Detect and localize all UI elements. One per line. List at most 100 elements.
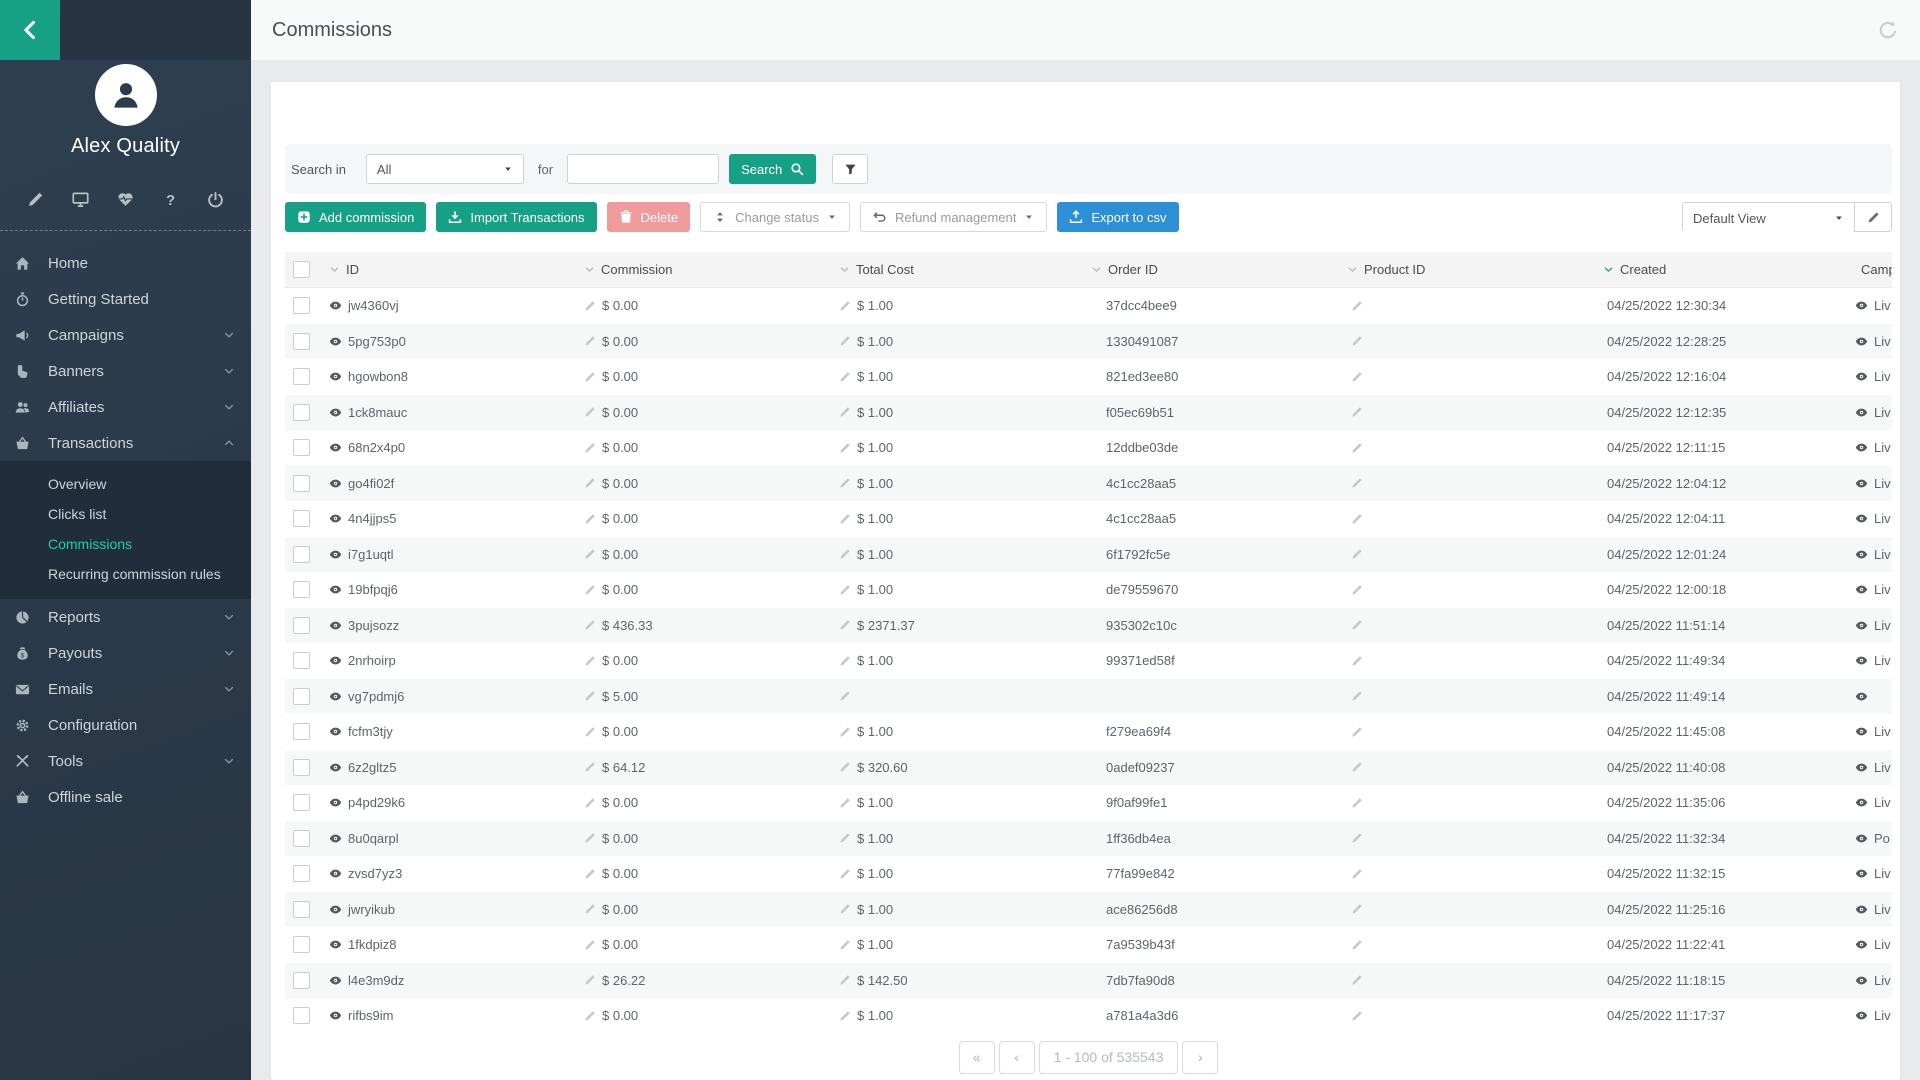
- pencil-icon[interactable]: [584, 797, 596, 809]
- eye-icon[interactable]: [1855, 477, 1868, 490]
- eye-icon[interactable]: [329, 548, 342, 561]
- pencil-icon[interactable]: [1351, 832, 1363, 844]
- pencil-icon[interactable]: [1351, 548, 1363, 560]
- refresh-icon[interactable]: [1878, 20, 1898, 40]
- row-checkbox[interactable]: [293, 972, 310, 989]
- sidebar-item-campaigns[interactable]: Campaigns: [0, 317, 251, 353]
- sidebar-item-emails[interactable]: Emails: [0, 671, 251, 707]
- eye-icon[interactable]: [329, 938, 342, 951]
- row-checkbox[interactable]: [293, 865, 310, 882]
- eye-icon[interactable]: [329, 867, 342, 880]
- pencil-icon[interactable]: [839, 655, 851, 667]
- eye-icon[interactable]: [329, 335, 342, 348]
- sidebar-subitem-commissions[interactable]: Commissions: [0, 529, 251, 559]
- pencil-icon[interactable]: [584, 513, 596, 525]
- sidebar-subitem-clicks-list[interactable]: Clicks list: [0, 499, 251, 529]
- pencil-icon[interactable]: [1351, 1010, 1363, 1022]
- row-checkbox[interactable]: [293, 759, 310, 776]
- pencil-icon[interactable]: [584, 903, 596, 915]
- pencil-icon[interactable]: [839, 1010, 851, 1022]
- row-checkbox[interactable]: [293, 546, 310, 563]
- pencil-icon[interactable]: [839, 442, 851, 454]
- column-header-order-id[interactable]: Order ID: [1087, 262, 1343, 277]
- pencil-icon[interactable]: [839, 832, 851, 844]
- pencil-icon[interactable]: [584, 939, 596, 951]
- pencil-icon[interactable]: [584, 690, 596, 702]
- pencil-icon[interactable]: [584, 477, 596, 489]
- eye-icon[interactable]: [1855, 548, 1868, 561]
- pencil-icon[interactable]: [1351, 797, 1363, 809]
- sidebar-item-affiliates[interactable]: Affiliates: [0, 389, 251, 425]
- pencil-icon[interactable]: [584, 548, 596, 560]
- eye-icon[interactable]: [329, 299, 342, 312]
- pencil-icon[interactable]: [839, 903, 851, 915]
- pencil-icon[interactable]: [584, 371, 596, 383]
- pencil-icon[interactable]: [1351, 371, 1363, 383]
- search-input[interactable]: [567, 154, 719, 184]
- row-checkbox[interactable]: [293, 368, 310, 385]
- eye-icon[interactable]: [329, 370, 342, 383]
- eye-icon[interactable]: [329, 725, 342, 738]
- eye-icon[interactable]: [329, 903, 342, 916]
- search-scope-select[interactable]: All: [366, 154, 524, 184]
- pencil-icon[interactable]: [1351, 406, 1363, 418]
- row-checkbox[interactable]: [293, 404, 310, 421]
- pencil-icon[interactable]: [1351, 939, 1363, 951]
- eye-icon[interactable]: [1855, 441, 1868, 454]
- pencil-icon[interactable]: [839, 335, 851, 347]
- column-header-camp[interactable]: Camp: [1848, 262, 1892, 277]
- pencil-icon[interactable]: [839, 513, 851, 525]
- sidebar-item-offline-sale[interactable]: Offline sale: [0, 779, 251, 815]
- column-header-product-id[interactable]: Product ID: [1343, 262, 1599, 277]
- eye-icon[interactable]: [1855, 619, 1868, 632]
- change-status-button[interactable]: Change status: [700, 202, 850, 232]
- eye-icon[interactable]: [329, 1009, 342, 1022]
- pencil-icon[interactable]: [1351, 619, 1363, 631]
- pencil-icon[interactable]: [1351, 513, 1363, 525]
- pencil-icon[interactable]: [839, 584, 851, 596]
- pencil-icon[interactable]: [584, 619, 596, 631]
- eye-icon[interactable]: [329, 512, 342, 525]
- row-checkbox[interactable]: [293, 688, 310, 705]
- pencil-icon[interactable]: [1351, 974, 1363, 986]
- eye-icon[interactable]: [329, 406, 342, 419]
- pencil-icon[interactable]: [584, 335, 596, 347]
- pencil-icon[interactable]: [839, 477, 851, 489]
- edit-view-button[interactable]: [1854, 203, 1891, 231]
- eye-icon[interactable]: [329, 477, 342, 490]
- row-checkbox[interactable]: [293, 475, 310, 492]
- pencil-icon[interactable]: [839, 797, 851, 809]
- eye-icon[interactable]: [329, 583, 342, 596]
- pencil-icon[interactable]: [1351, 655, 1363, 667]
- import-transactions-button[interactable]: Import Transactions: [436, 202, 596, 232]
- column-header-commission[interactable]: Commission: [580, 262, 835, 277]
- pencil-icon[interactable]: [584, 726, 596, 738]
- row-checkbox[interactable]: [293, 723, 310, 740]
- eye-icon[interactable]: [329, 654, 342, 667]
- delete-button[interactable]: Delete: [607, 202, 691, 232]
- eye-icon[interactable]: [329, 974, 342, 987]
- sidebar-item-home[interactable]: Home: [0, 245, 251, 281]
- row-checkbox[interactable]: [293, 794, 310, 811]
- pencil-icon[interactable]: [1351, 442, 1363, 454]
- column-header-id[interactable]: ID: [325, 262, 580, 277]
- pencil-icon[interactable]: [1351, 690, 1363, 702]
- eye-icon[interactable]: [1855, 654, 1868, 667]
- sidebar-subitem-overview[interactable]: Overview: [0, 469, 251, 499]
- sidebar-item-reports[interactable]: Reports: [0, 599, 251, 635]
- eye-icon[interactable]: [1855, 583, 1868, 596]
- pencil-icon[interactable]: [839, 371, 851, 383]
- pencil-icon[interactable]: [584, 300, 596, 312]
- eye-icon[interactable]: [1855, 938, 1868, 951]
- pencil-icon[interactable]: [1351, 761, 1363, 773]
- eye-icon[interactable]: [1855, 974, 1868, 987]
- eye-icon[interactable]: [1855, 512, 1868, 525]
- eye-icon[interactable]: [329, 796, 342, 809]
- pencil-icon[interactable]: [584, 655, 596, 667]
- pencil-icon[interactable]: [584, 1010, 596, 1022]
- pencil-icon[interactable]: [839, 406, 851, 418]
- row-checkbox[interactable]: [293, 936, 310, 953]
- pagination-next-button[interactable]: ›: [1182, 1041, 1218, 1074]
- eye-icon[interactable]: [1855, 832, 1868, 845]
- sidebar-item-transactions[interactable]: Transactions: [0, 425, 251, 461]
